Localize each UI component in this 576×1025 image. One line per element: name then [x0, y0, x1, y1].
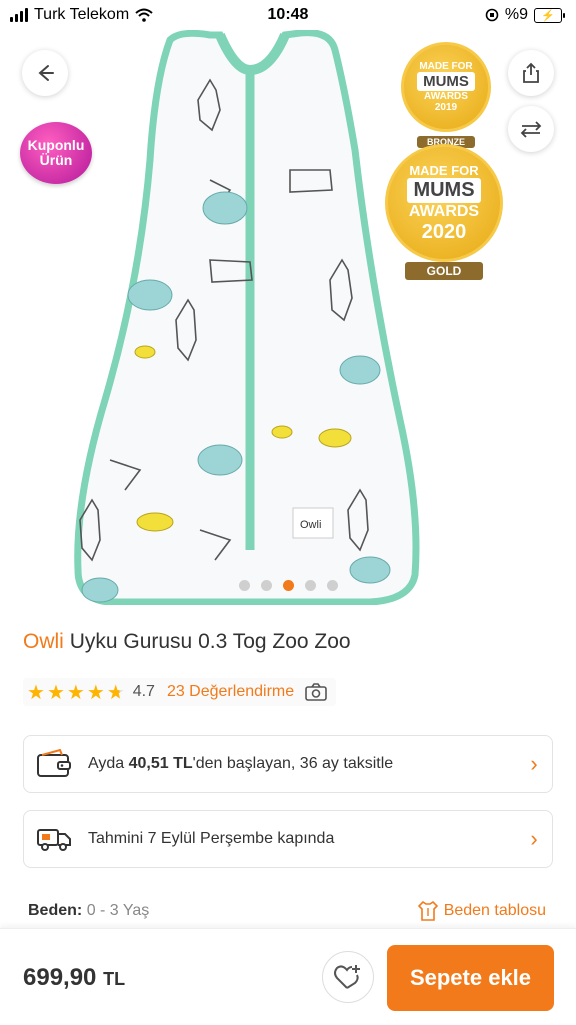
- bottom-bar: 699,90 TL Sepete ekle: [0, 928, 576, 1025]
- rating-row[interactable]: ★ ★ ★ ★ ★ 4.7 23 Değerlendirme: [23, 678, 337, 706]
- product-title: Owli Uyku Gurusu 0.3 Tog Zoo Zoo: [23, 630, 351, 654]
- installment-prefix: Ayda: [88, 755, 129, 772]
- chevron-right-icon: ›: [530, 826, 538, 851]
- award-bronze-mums: MUMS: [417, 72, 475, 91]
- add-to-cart-button[interactable]: Sepete ekle: [387, 945, 554, 1011]
- chevron-right-icon: ›: [530, 751, 538, 776]
- installment-text: Ayda 40,51 TL'den başlayan, 36 ay taksit…: [84, 755, 516, 773]
- product-brand[interactable]: Owli: [23, 630, 64, 653]
- installment-suffix: 'den başlayan, 36 ay taksitle: [192, 755, 394, 772]
- share-button[interactable]: [508, 50, 554, 96]
- favorite-button[interactable]: [322, 951, 374, 1003]
- award-gold: MADE FOR MUMS AWARDS 2020 GOLD: [384, 144, 504, 280]
- wallet-icon: [37, 749, 71, 777]
- swap-arrows-icon: [520, 121, 542, 138]
- carousel-dot[interactable]: [260, 580, 272, 591]
- carousel-dot[interactable]: [238, 580, 250, 591]
- price-amount: 699,90: [23, 964, 97, 991]
- star-icon: ★: [86, 681, 105, 704]
- arrow-left-icon: [38, 65, 54, 81]
- coupon-badge: Kuponlu Ürün: [20, 122, 92, 184]
- battery-percent: %9: [504, 6, 528, 23]
- rating-stars: ★ ★ ★ ★ ★: [27, 680, 125, 705]
- price: 699,90 TL: [23, 964, 125, 992]
- installment-card[interactable]: Ayda 40,51 TL'den başlayan, 36 ay taksit…: [23, 735, 553, 793]
- status-bar: Turk Telekom 10:48 %9 ⚡: [0, 0, 576, 30]
- rating-score: 4.7: [132, 683, 155, 700]
- star-icon: ★: [27, 681, 45, 704]
- reviews-link[interactable]: 23 Değerlendirme: [167, 683, 294, 701]
- carousel-dot[interactable]: [282, 580, 294, 591]
- size-value: 0 - 3 Yaş: [86, 902, 150, 919]
- orientation-lock-icon: [485, 8, 499, 22]
- camera-icon[interactable]: [304, 682, 328, 702]
- product-image: Owli: [74, 30, 420, 605]
- compare-button[interactable]: [508, 106, 554, 152]
- heart-plus-icon: [334, 965, 360, 989]
- award-gold-mums: MUMS: [407, 177, 481, 203]
- award-gold-year: 2020: [421, 220, 467, 243]
- delivery-card[interactable]: Tahmini 7 Eylül Perşembe kapında ›: [23, 810, 553, 868]
- delivery-text: Tahmini 7 Eylül Perşembe kapında: [88, 830, 335, 847]
- award-bronze: MADE FOR MUMS AWARDS 2019 BRONZE: [398, 42, 494, 150]
- size-chart-label: Beden tablosu: [443, 902, 546, 919]
- carousel-dot[interactable]: [304, 580, 316, 591]
- carousel-dot[interactable]: [326, 580, 338, 591]
- award-bronze-line1: MADE FOR: [419, 61, 473, 72]
- share-icon: [523, 62, 539, 83]
- back-button[interactable]: [22, 50, 68, 96]
- product-name: Uyku Gurusu 0.3 Tog Zoo Zoo: [69, 630, 351, 653]
- price-currency: TL: [103, 969, 126, 989]
- star-icon: ★: [66, 681, 85, 704]
- size-label: Beden:: [28, 902, 83, 919]
- award-bronze-line3: AWARDS: [424, 91, 468, 102]
- coupon-badge-line1: Kuponlu: [27, 137, 85, 153]
- award-gold-line3: AWARDS: [408, 202, 480, 220]
- svg-text:Owli: Owli: [300, 519, 321, 531]
- coupon-badge-line2: Ürün: [39, 152, 73, 168]
- star-half-icon: ★: [106, 681, 125, 704]
- product-image-carousel[interactable]: Owli Kuponlu Ürün MADE FOR MUMS AWARDS 2…: [0, 30, 576, 608]
- award-bronze-year: 2019: [434, 102, 458, 113]
- size-row: Beden: 0 - 3 Yaş: [28, 902, 149, 920]
- size-chart-link[interactable]: Beden tablosu: [417, 900, 546, 922]
- star-icon: ★: [46, 681, 65, 704]
- size-chart-icon: [417, 900, 438, 921]
- carousel-dots: [0, 580, 576, 591]
- award-gold-ribbon: GOLD: [404, 262, 484, 280]
- status-right: %9 ⚡: [485, 6, 565, 24]
- award-gold-line1: MADE FOR: [409, 162, 479, 178]
- delivery-truck-icon: [37, 829, 71, 851]
- battery-icon: ⚡: [534, 7, 565, 23]
- installment-amount: 40,51 TL: [128, 755, 193, 772]
